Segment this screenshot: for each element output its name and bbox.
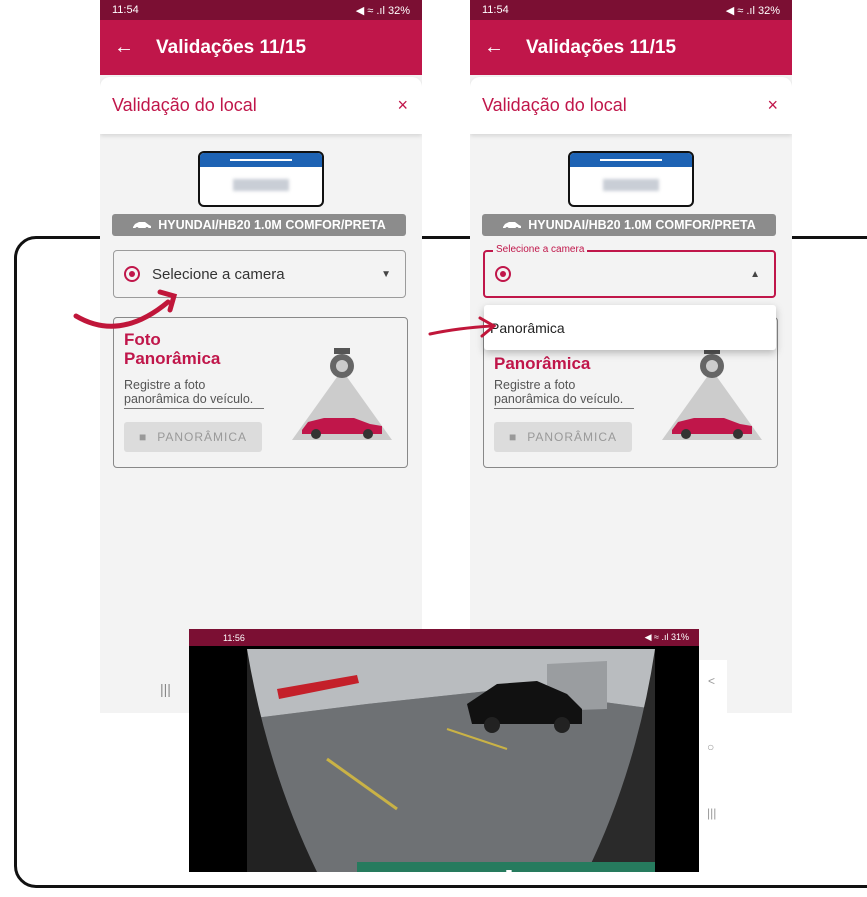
annotation-arrow-2 [428,316,497,338]
status-time: 11:54 [482,4,509,16]
close-icon[interactable]: × [767,95,778,116]
status-time: 11:54 [112,4,139,16]
panoramic-button[interactable]: ■ PANORÂMICA [124,422,262,452]
status-bar: 11:54 ◀ ≈ .ıl 32% [470,0,792,20]
dropdown-option-panoramica[interactable]: Panorâmica [484,305,776,350]
panoramic-button-label: PANORÂMICA [527,430,618,444]
landscape-camera-screen: 11:56 ◀ ≈ .ıl 31% ■ [189,629,699,872]
panoramic-button-label: PANORÂMICA [157,430,248,444]
panoramic-camera-illustration [662,348,762,440]
car-icon [133,222,152,230]
app-bar: ← Validações 11/15 [100,20,422,75]
close-icon[interactable]: × [397,95,408,116]
license-plate [568,151,694,207]
camera-icon: ■ [138,430,148,444]
app-title: Validações 11/15 [526,36,677,58]
app-bar: ← Validações 11/15 [470,20,792,75]
card-description: Registre a foto panorâmica do veículo. [494,378,634,409]
status-icons: ◀ ≈ .ıl 31% [644,632,689,642]
sheet-title: Validação do local [112,95,257,115]
garage-photo [247,649,655,872]
system-nav-bar: < ○ ||| [699,660,727,876]
phone-screen-2: 11:54 ◀ ≈ .ıl 32% ← Validações 11/15 Val… [470,0,792,713]
status-time: 11:56 [223,632,245,643]
panoramic-camera-illustration [292,348,392,440]
panoramic-button[interactable]: ■ PANORÂMICA [494,422,632,452]
app-title: Validações 11/15 [156,36,307,58]
status-bar: 11:56 ◀ ≈ .ıl 31% [189,629,699,646]
nav-home-icon[interactable]: ○ [707,740,714,754]
status-icons: ◀ ≈ .ıl 32% [725,4,780,17]
back-arrow-icon[interactable]: ← [114,36,144,59]
nav-back-icon[interactable]: < [708,674,715,688]
nav-recent-icon[interactable]: ||| [160,681,171,697]
vehicle-badge: HYUNDAI/HB20 1.0M COMFOR/PRETA [112,214,406,236]
camera-select[interactable]: Selecione a camera ▲ [483,244,776,298]
nav-recent-icon[interactable]: ||| [707,806,716,820]
status-icons: ◀ ≈ .ıl 32% [355,4,410,17]
sheet-header: Validação do local × [100,77,422,134]
card-description: Registre a foto panorâmica do veículo. [124,378,264,409]
back-arrow-icon[interactable]: ← [484,36,514,59]
shutter-button[interactable]: ■ [357,862,655,872]
camera-icon: ■ [508,430,518,444]
vehicle-text: HYUNDAI/HB20 1.0M COMFOR/PRETA [528,218,756,232]
sheet-header: Validação do local × [470,77,792,134]
vehicle-text: HYUNDAI/HB20 1.0M COMFOR/PRETA [158,218,386,232]
webcam-icon [495,266,511,282]
camera-select-label: Selecione a camera [493,244,588,255]
vehicle-badge: HYUNDAI/HB20 1.0M COMFOR/PRETA [482,214,776,236]
card-title: Panorâmica [494,354,591,373]
license-plate [198,151,324,207]
sheet-title: Validação do local [482,95,627,115]
validation-sheet: Validação do local × HYUNDAI/HB20 1.0M C… [100,77,422,713]
camera-icon: ■ [506,867,513,873]
camera-preview: ■ [247,649,655,872]
annotation-arrow-1 [73,289,178,329]
status-bar: 11:54 ◀ ≈ .ıl 32% [100,0,422,20]
phone-screen-1: 11:54 ◀ ≈ .ıl 32% ← Validações 11/15 Val… [100,0,422,713]
chevron-down-icon: ▼ [381,268,391,280]
car-icon [503,222,522,230]
validation-sheet: Validação do local × HYUNDAI/HB20 1.0M C… [470,77,792,713]
chevron-up-icon: ▲ [750,268,760,280]
